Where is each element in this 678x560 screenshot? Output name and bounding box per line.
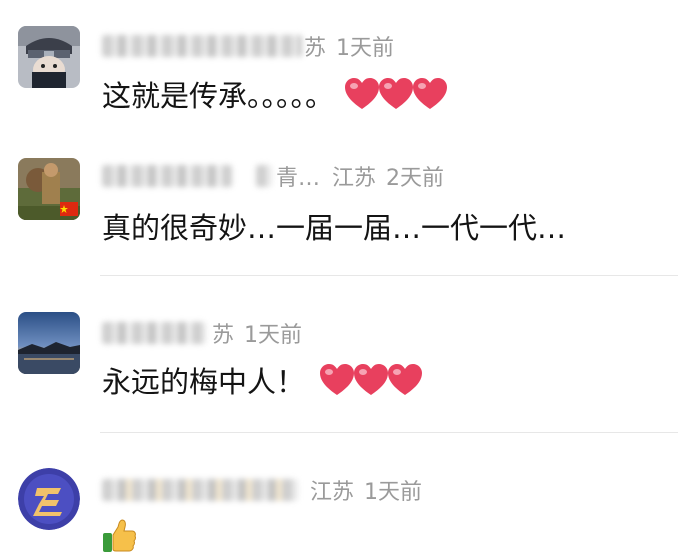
avatar[interactable] <box>18 468 80 530</box>
blurred-username[interactable] <box>102 322 206 344</box>
reaction-emojis <box>344 77 448 111</box>
heart-emoji <box>345 78 380 109</box>
comment-time: 1天前 <box>364 480 423 505</box>
comment-text: 永远的梅中人！ <box>102 365 306 399</box>
avatar[interactable] <box>18 158 80 220</box>
blurred-username[interactable] <box>102 479 298 501</box>
heart-emoji <box>354 364 389 395</box>
heart-emoji <box>379 78 414 109</box>
heart-emoji <box>388 364 423 395</box>
divider <box>100 275 678 276</box>
divider <box>100 432 678 433</box>
blurred-username[interactable] <box>102 35 302 57</box>
heart-emoji <box>320 364 355 395</box>
user-region: 苏 <box>212 323 235 348</box>
avatar[interactable] <box>18 312 80 374</box>
comment-time: 1天前 <box>336 36 395 61</box>
blurred-username <box>256 165 272 187</box>
user-region: 江苏 <box>332 166 377 191</box>
heart-emoji <box>413 78 448 109</box>
blurred-username[interactable] <box>102 165 232 187</box>
comment-text: 真的很奇妙…一届一届…一代一代… <box>102 211 567 245</box>
user-region: 苏 <box>304 36 327 61</box>
user-region: 江苏 <box>310 480 355 505</box>
comment-time: 1天前 <box>244 323 303 348</box>
avatar[interactable] <box>18 26 80 88</box>
username-suffix: 青… <box>276 166 321 191</box>
comment-text: 这就是传承。。。。。 <box>102 79 335 113</box>
reaction-emojis <box>319 363 423 397</box>
comment-time: 2天前 <box>386 166 445 191</box>
thumbs-up-emoji <box>103 519 136 552</box>
